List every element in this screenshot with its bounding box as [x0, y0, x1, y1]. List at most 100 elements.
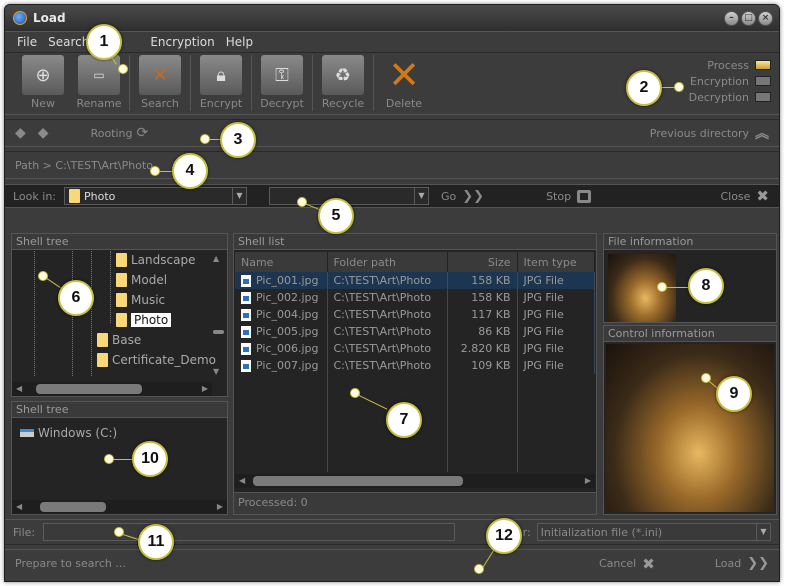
tree-item-photo[interactable]: Photo — [116, 313, 172, 327]
file-input[interactable] — [43, 523, 455, 541]
go-button[interactable]: Go ❯❯ — [441, 189, 484, 204]
load-button[interactable]: Load ❯❯ — [715, 556, 769, 571]
delete-x-icon: ✕ — [388, 53, 420, 97]
horizontal-scrollbar[interactable]: ◀ ▶ — [235, 474, 595, 488]
title-bar: Load – □ × — [5, 5, 779, 31]
encrypt-button[interactable]: 🔒︎ Encrypt — [193, 55, 249, 110]
folder-path-cell: C:\TEST\Art\Photo — [327, 272, 448, 289]
tree-item-label: Landscape — [131, 253, 196, 267]
cancel-button[interactable]: Cancel ✖ — [599, 555, 655, 573]
new-button[interactable]: ⊕ New — [15, 55, 71, 110]
table-row[interactable]: Pic_002.jpg C:\TEST\Art\Photo 158 KB JPG Fi… — [235, 289, 595, 306]
scroll-right-arrow-icon[interactable]: ▶ — [217, 500, 223, 514]
tree-item-music[interactable]: Music — [116, 293, 165, 307]
tree-item-model[interactable]: Model — [116, 273, 167, 287]
column-header-name[interactable]: Name — [235, 252, 328, 272]
cell-text: C:\TEST\Art\Photo — [333, 359, 432, 372]
scroll-left-arrow-icon[interactable]: ◀ — [239, 474, 245, 488]
search-label: Search — [141, 97, 179, 110]
menu-help[interactable]: Help — [222, 35, 260, 49]
tree-line — [91, 251, 92, 376]
new-folder-icon: ⊕ — [22, 55, 64, 95]
look-in-label: Look in: — [13, 189, 56, 203]
cell-text: JPG File — [523, 274, 564, 287]
item-type-cell: JPG File — [517, 289, 595, 306]
tree-item-base[interactable]: Base — [97, 333, 141, 347]
look-in-combo[interactable]: Photo ▼ — [64, 187, 247, 205]
tree-line — [110, 251, 111, 323]
table-row[interactable]: Pic_004.jpg C:\TEST\Art\Photo 117 KB JPG Fi… — [235, 306, 595, 323]
double-chevron-up-icon: ︽ — [755, 126, 769, 142]
dropdown-arrow-icon[interactable]: ▼ — [756, 524, 770, 540]
horizontal-scrollbar[interactable]: ◀ ▶ — [12, 382, 212, 396]
table-row[interactable]: Pic_007.jpg C:\TEST\Art\Photo 109 KB JPG Fi… — [235, 357, 595, 374]
column-header-folder-path[interactable]: Folder path — [327, 252, 448, 272]
maximize-button[interactable]: □ — [741, 10, 756, 26]
table-row[interactable]: Pic_005.jpg C:\TEST\Art\Photo 86 KB JPG Fil… — [235, 323, 595, 340]
process-indicator — [755, 60, 771, 70]
filter-value: Initialization file (*.ini) — [540, 525, 663, 539]
scroll-thumb[interactable] — [253, 476, 463, 486]
status-row: Prepare to search ... Cancel ✖ Load ❯❯ — [5, 549, 779, 577]
delete-button[interactable]: ✕ Delete — [376, 53, 432, 110]
folder-path-cell: C:\TEST\Art\Photo — [327, 306, 448, 323]
tree-item-certificate-demo[interactable]: Certificate_Demo — [97, 353, 216, 367]
table-row[interactable]: Pic_001.jpg C:\TEST\Art\Photo 158 KB JPG Fi… — [235, 272, 595, 289]
close-window-button[interactable]: × — [758, 10, 773, 26]
dropdown-arrow-icon[interactable]: ▼ — [232, 188, 246, 204]
scroll-left-arrow-icon[interactable]: ◀ — [16, 382, 22, 396]
close-button[interactable]: Close ✖ — [720, 187, 769, 205]
toolbar-separator — [190, 55, 191, 111]
menu-file[interactable]: File — [13, 35, 44, 49]
scroll-right-arrow-icon[interactable]: ▶ — [585, 474, 591, 488]
scroll-thumb[interactable] — [40, 502, 106, 512]
status-legend: Process Encryption Decryption — [689, 57, 771, 105]
tree-line — [34, 251, 35, 376]
horizontal-scrollbar[interactable]: ◀ ▶ — [12, 500, 227, 514]
processed-status: Processed: 0 — [234, 492, 596, 514]
column-divider — [327, 272, 328, 472]
cell-text: JPG File — [523, 308, 564, 321]
file-name-cell: Pic_007.jpg — [235, 357, 328, 374]
vertical-scrollbar[interactable]: ▲ ▼ — [213, 254, 225, 376]
stop-button[interactable]: Stop — [546, 189, 592, 203]
menu-encryption[interactable]: Encryption — [146, 35, 221, 49]
search-button[interactable]: ✕ Search — [132, 55, 188, 110]
new-label: New — [31, 97, 55, 110]
scroll-right-arrow-icon[interactable]: ▶ — [202, 382, 208, 396]
scroll-left-arrow-icon[interactable]: ◀ — [16, 500, 22, 514]
previous-directory-button[interactable]: Previous directory ︽ — [650, 123, 769, 143]
dropdown-arrow-icon[interactable]: ▼ — [414, 188, 428, 204]
cancel-x-icon: ✖ — [642, 554, 655, 573]
decrypt-button[interactable]: ⚿ Decrypt — [254, 55, 310, 110]
back-arrow-icon[interactable]: ◆ — [15, 125, 26, 141]
size-cell: 117 KB — [447, 306, 518, 323]
control-information-panel: Control information — [603, 325, 777, 515]
image-file-icon — [241, 275, 251, 287]
rename-button[interactable]: ▭ Rename — [71, 55, 127, 110]
column-header-size[interactable]: Size — [447, 252, 518, 272]
scroll-thumb[interactable] — [213, 330, 224, 334]
navigation-bar: ◆ ◆ Rooting ⟳ Previous directory ︽ — [5, 119, 779, 147]
search-combo[interactable]: ▼ — [269, 187, 429, 205]
scroll-thumb[interactable] — [36, 384, 142, 394]
column-header-item-type[interactable]: Item type — [517, 252, 595, 272]
tree-item-label: Windows (C:) — [38, 426, 118, 440]
refresh-icon: ⟳ — [136, 125, 149, 141]
forward-arrow-icon[interactable]: ◆ — [38, 125, 49, 141]
padlock-icon: 🔒︎ — [200, 55, 242, 95]
scroll-down-arrow-icon[interactable]: ▼ — [213, 367, 219, 376]
callout-dot — [350, 388, 360, 398]
size-cell: 2.820 KB — [447, 340, 518, 357]
table-row[interactable]: Pic_006.jpg C:\TEST\Art\Photo 2.820 KB JPG … — [235, 340, 595, 357]
rooting-button[interactable]: Rooting ⟳ — [91, 125, 149, 141]
folder-path-cell: C:\TEST\Art\Photo — [327, 323, 448, 340]
filter-combo[interactable]: Initialization file (*.ini) ▼ — [536, 523, 771, 541]
tree-item-landscape[interactable]: Landscape — [116, 253, 195, 267]
tree-item-drive-c[interactable]: Windows (C:) — [20, 426, 117, 440]
recycle-button[interactable]: ♻ Recycle — [315, 55, 371, 110]
minimize-button[interactable]: – — [724, 10, 739, 26]
scroll-up-arrow-icon[interactable]: ▲ — [213, 254, 219, 263]
key-icon: ⚿ — [261, 55, 303, 95]
image-file-icon — [241, 292, 251, 304]
